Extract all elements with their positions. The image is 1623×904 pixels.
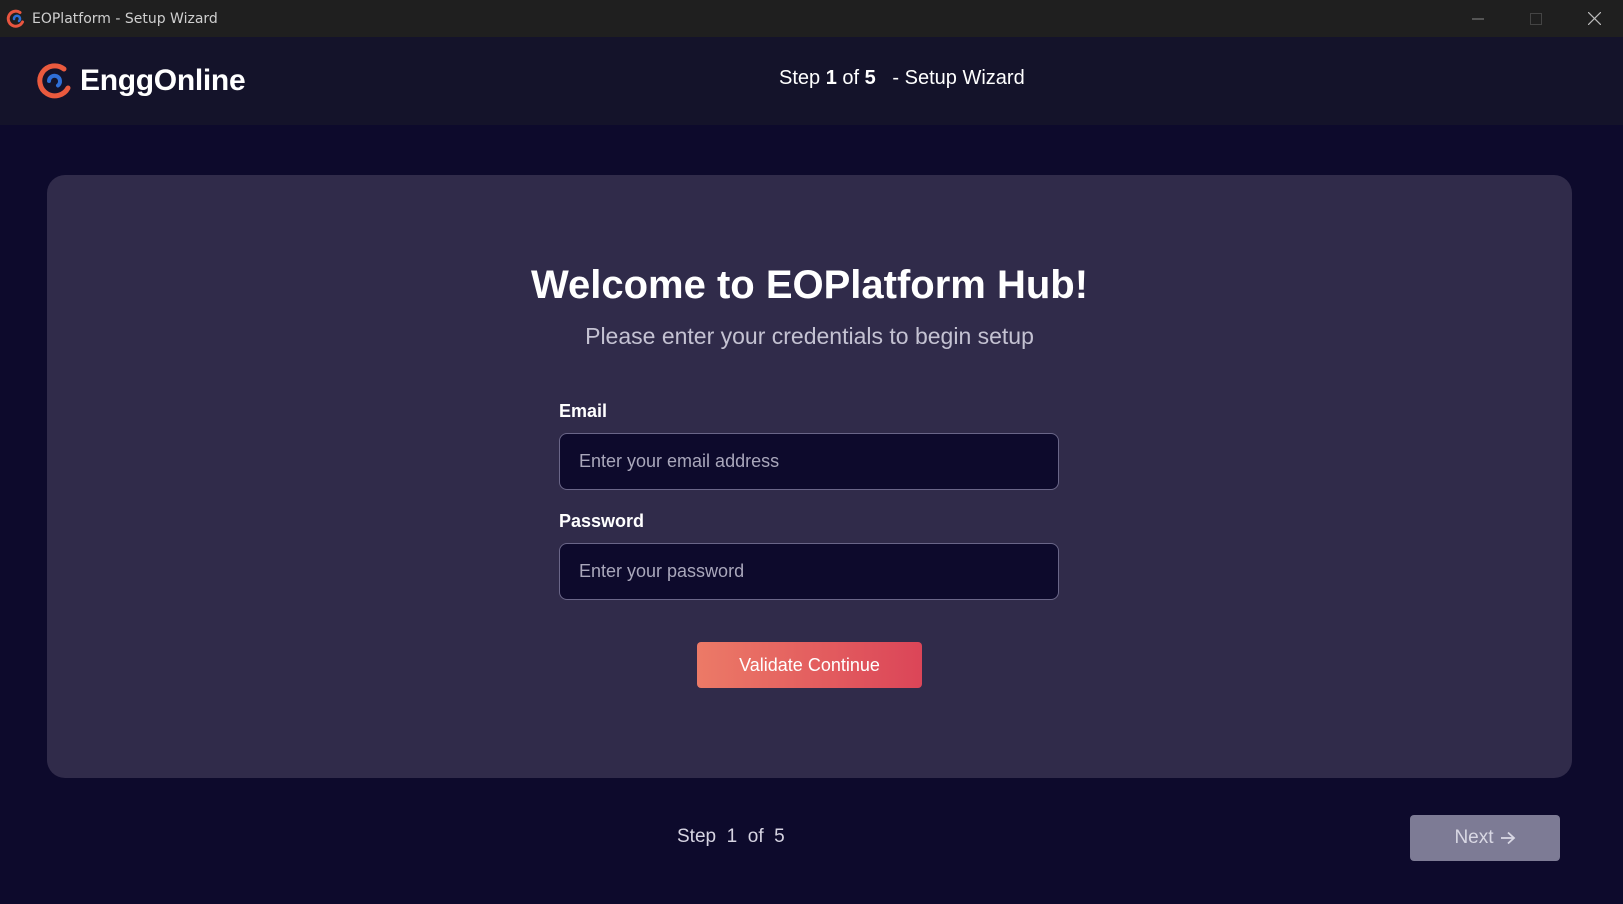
total-steps: 5 xyxy=(864,67,876,89)
password-field[interactable] xyxy=(559,543,1059,600)
minimize-icon xyxy=(1472,18,1484,19)
close-icon xyxy=(1587,12,1601,25)
password-label: Password xyxy=(559,511,645,531)
app-icon xyxy=(6,9,24,28)
brand: EnggOnline xyxy=(34,61,246,101)
enggonline-logo-icon xyxy=(37,63,71,99)
next-button-label: Next xyxy=(1454,827,1494,848)
validate-continue-button[interactable]: Validate Continue xyxy=(697,642,922,688)
email-field[interactable] xyxy=(559,433,1059,490)
current-step: 1 xyxy=(825,67,837,89)
email-label: Email xyxy=(559,401,608,421)
minimize-button[interactable] xyxy=(1449,0,1507,37)
maximize-button[interactable] xyxy=(1507,0,1565,37)
next-button[interactable]: Next xyxy=(1410,815,1560,861)
header-step-indicator: Step 1 of 5 - Setup Wizard xyxy=(779,67,1025,89)
window-title: EOPlatform - Setup Wizard xyxy=(32,10,218,27)
maximize-icon xyxy=(1530,12,1542,25)
page-subtitle: Please enter your credentials to begin s… xyxy=(585,323,1034,349)
arrow-right-icon xyxy=(1500,831,1515,845)
window-controls xyxy=(1449,0,1623,37)
brand-name: EnggOnline xyxy=(80,64,246,97)
footer-step-indicator: Step 1 of 5 xyxy=(677,826,785,847)
setup-card: Welcome to EOPlatform Hub! Please enter … xyxy=(47,175,1572,778)
page-title: Welcome to EOPlatform Hub! xyxy=(530,263,1089,307)
close-button[interactable] xyxy=(1565,0,1623,37)
app-header: EnggOnline Step 1 of 5 - Setup Wizard xyxy=(0,37,1623,125)
window-titlebar: EOPlatform - Setup Wizard xyxy=(0,0,1623,37)
